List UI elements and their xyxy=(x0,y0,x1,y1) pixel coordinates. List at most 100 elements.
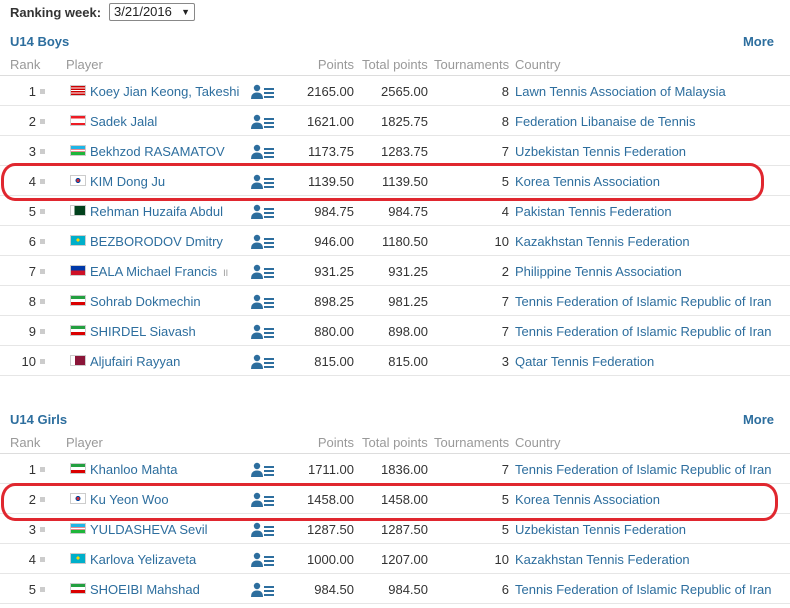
tournaments-cell: 10 xyxy=(494,552,509,567)
player-name-link[interactable]: KIM Dong Ju xyxy=(90,174,165,189)
total-points-cell: 898.00 xyxy=(388,324,428,339)
country-link[interactable]: Kazakhstan Tennis Federation xyxy=(515,234,690,249)
tournaments-cell: 7 xyxy=(501,462,509,477)
player-name-link[interactable]: Khanloo Mahta xyxy=(90,462,177,477)
kazakhstan-flag-icon xyxy=(70,235,86,246)
player-profile-icon[interactable] xyxy=(251,294,275,310)
player-name-link[interactable]: BEZBORODOV Dmitry xyxy=(90,234,223,249)
total-points-cell: 1139.50 xyxy=(381,174,428,189)
player-name-link[interactable]: SHOEIBI Mahshad xyxy=(90,582,200,597)
player-name-link[interactable]: Koey Jian Keong, Takeshi xyxy=(90,84,239,99)
uzbekistan-flag-icon xyxy=(70,145,86,156)
player-name: Sadek Jalal xyxy=(90,114,158,129)
player-name: Sohrab Dokmechin xyxy=(90,294,201,309)
player-name: Koey Jian Keong, Takeshi xyxy=(90,84,240,99)
country-link[interactable]: Tennis Federation of Islamic Republic of… xyxy=(515,324,772,339)
country-link[interactable]: Tennis Federation of Islamic Republic of… xyxy=(515,294,772,309)
player-name-link[interactable]: EALA Michael Francis II xyxy=(90,264,228,279)
country-link[interactable]: Tennis Federation of Islamic Republic of… xyxy=(515,462,772,477)
table-row: 8 Sohrab Dokmechin 898.25 981.25 7 Tennis Fed… xyxy=(0,286,790,316)
player-profile-icon[interactable] xyxy=(251,324,275,340)
table-row: 5 SHOEIBI Mahshad 984.50 984.50 6 Tennis Fede… xyxy=(0,574,790,604)
player-profile-icon[interactable] xyxy=(251,84,275,100)
player-name-link[interactable]: Bekhzod RASAMATOV xyxy=(90,144,225,159)
kazakhstan-flag-icon xyxy=(70,553,86,564)
rank-cell: 4 xyxy=(28,174,36,189)
player-profile-icon[interactable] xyxy=(251,204,275,220)
player-profile-icon[interactable] xyxy=(251,552,275,568)
player-name-link[interactable]: SHIRDEL Siavash xyxy=(90,324,196,339)
country-link[interactable]: Qatar Tennis Federation xyxy=(515,354,654,369)
player-profile-icon[interactable] xyxy=(251,264,275,280)
points-cell: 898.25 xyxy=(314,294,354,309)
points-cell: 946.00 xyxy=(314,234,354,249)
table-header: Rank Player Points Total points Tourname… xyxy=(0,54,790,76)
country-link[interactable]: Pakistan Tennis Federation xyxy=(515,204,672,219)
player-name-link[interactable]: Sohrab Dokmechin xyxy=(90,294,201,309)
points-cell: 1000.00 xyxy=(307,552,354,567)
rank-cell: 2 xyxy=(28,114,36,129)
player-profile-icon[interactable] xyxy=(251,492,275,508)
total-points-cell: 1207.00 xyxy=(381,552,428,567)
player-name-link[interactable]: Karlova Yelizaveta xyxy=(90,552,196,567)
player-profile-icon[interactable] xyxy=(251,174,275,190)
player-profile-icon[interactable] xyxy=(251,144,275,160)
player-name-link[interactable]: Sadek Jalal xyxy=(90,114,157,129)
player-profile-icon[interactable] xyxy=(251,582,275,598)
ranking-week-label: Ranking week: xyxy=(10,4,102,20)
table-row: 4 KIM Dong Ju 1139.50 1139.50 5 Korea Tennis … xyxy=(0,166,790,196)
player-name: Ku Yeon Woo xyxy=(90,492,169,507)
rank-cell: 9 xyxy=(28,324,36,339)
ranking-week-select[interactable]: 3/21/2016 ▼ xyxy=(109,3,196,21)
player-name-link[interactable]: Aljufairi Rayyan xyxy=(90,354,180,369)
player-profile-icon[interactable] xyxy=(251,462,275,478)
table-row: 4 Karlova Yelizaveta 1000.00 1207.00 10 Kazak… xyxy=(0,544,790,574)
country-link[interactable]: Kazakhstan Tennis Federation xyxy=(515,552,690,567)
country-link[interactable]: Uzbekistan Tennis Federation xyxy=(515,144,686,159)
more-link[interactable]: More xyxy=(743,412,774,427)
country-link[interactable]: Korea Tennis Association xyxy=(515,492,660,507)
player-profile-icon[interactable] xyxy=(251,114,275,130)
player-name-link[interactable]: Rehman Huzaifa Abdul xyxy=(90,204,223,219)
rank-cell: 2 xyxy=(28,492,36,507)
player-profile-icon[interactable] xyxy=(251,522,275,538)
country-link[interactable]: Philippine Tennis Association xyxy=(515,264,682,279)
header-rank: Rank xyxy=(10,435,41,450)
rank-cell: 3 xyxy=(28,522,36,537)
korea-flag-icon xyxy=(70,175,86,186)
rank-cell: 7 xyxy=(28,264,36,279)
player-name-link[interactable]: Ku Yeon Woo xyxy=(90,492,169,507)
korea-flag-icon xyxy=(70,493,86,504)
total-points-cell: 1825.75 xyxy=(381,114,428,129)
table-row: 9 SHIRDEL Siavash 880.00 898.00 7 Tennis Fede… xyxy=(0,316,790,346)
player-profile-icon[interactable] xyxy=(251,354,275,370)
section-header: U14 Girls More xyxy=(0,408,790,432)
country-link[interactable]: Korea Tennis Association xyxy=(515,174,660,189)
rank-change-dot-icon xyxy=(40,329,45,334)
player-profile-icon[interactable] xyxy=(251,234,275,250)
points-cell: 815.00 xyxy=(314,354,354,369)
country-link[interactable]: Tennis Federation of Islamic Republic of… xyxy=(515,582,772,597)
more-link[interactable]: More xyxy=(743,34,774,49)
rank-cell: 1 xyxy=(28,84,36,99)
rank-change-dot-icon xyxy=(40,587,45,592)
points-cell: 1458.00 xyxy=(307,492,354,507)
country-link[interactable]: Federation Libanaise de Tennis xyxy=(515,114,695,129)
iran-flag-icon xyxy=(70,325,86,336)
rank-change-dot-icon xyxy=(40,179,45,184)
rank-change-dot-icon xyxy=(40,299,45,304)
country-link[interactable]: Lawn Tennis Association of Malaysia xyxy=(515,84,726,99)
player-name-link[interactable]: YULDASHEVA Sevil xyxy=(90,522,208,537)
section-header: U14 Boys More xyxy=(0,30,790,54)
country-link[interactable]: Uzbekistan Tennis Federation xyxy=(515,522,686,537)
tournaments-cell: 7 xyxy=(501,324,509,339)
total-points-cell: 1287.50 xyxy=(381,522,428,537)
player-name: Bekhzod RASAMATOV xyxy=(90,144,225,159)
total-points-cell: 1458.00 xyxy=(381,492,428,507)
qatar-flag-icon xyxy=(70,355,86,366)
player-name: BEZBORODOV Dmitry xyxy=(90,234,223,249)
ranking-week-filter: Ranking week: 3/21/2016 ▼ xyxy=(10,2,196,22)
tournaments-cell: 7 xyxy=(501,294,509,309)
points-cell: 1711.00 xyxy=(307,462,354,477)
iran-flag-icon xyxy=(70,295,86,306)
